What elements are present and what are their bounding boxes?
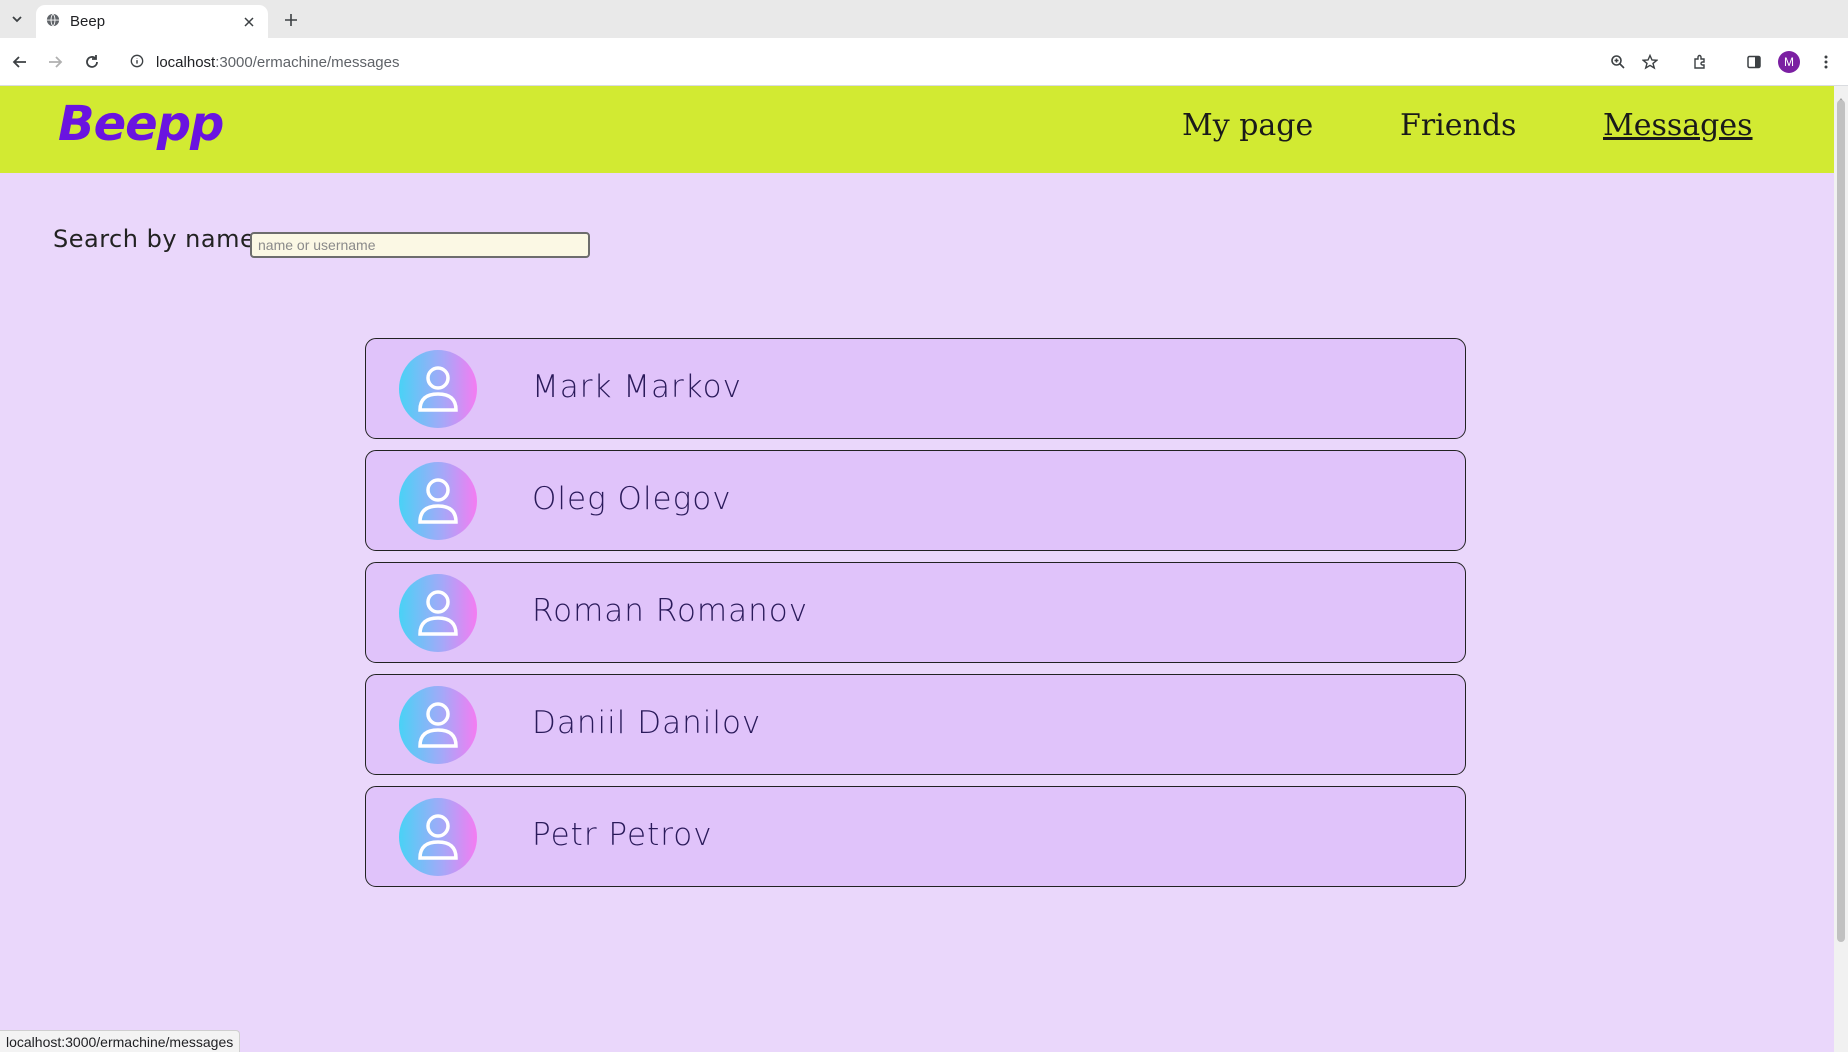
user-avatar-icon — [399, 798, 477, 876]
search-label: Search by name: — [53, 225, 264, 253]
nav-friends[interactable]: Friends — [1400, 108, 1516, 143]
chat-name: Petr Petrov — [532, 817, 713, 853]
page-scrollbar[interactable] — [1834, 86, 1848, 1052]
url-host: localhost — [156, 53, 216, 71]
browser-tabbar: Beep — [0, 0, 1848, 38]
zoom-icon[interactable] — [1606, 50, 1630, 74]
address-bar[interactable]: localhost:3000/ermachine/messages — [120, 44, 1680, 80]
chat-name: Oleg Olegov — [532, 481, 732, 517]
page-content: Beepp My page Friends Messages Search by… — [0, 86, 1834, 1052]
search-input[interactable] — [250, 232, 590, 258]
chat-item[interactable]: Oleg Olegov — [365, 450, 1466, 551]
chat-item[interactable]: Mark Markov — [365, 338, 1466, 439]
bookmark-star-icon[interactable] — [1638, 50, 1662, 74]
browser-tab[interactable]: Beep — [36, 5, 268, 38]
extensions-icon[interactable] — [1688, 50, 1712, 74]
chat-name: Daniil Danilov — [532, 705, 762, 741]
more-menu-icon[interactable] — [1814, 50, 1838, 74]
browser-toolbar: localhost:3000/ermachine/messages M — [0, 38, 1848, 86]
chat-name: Mark Markov — [532, 369, 742, 405]
scroll-up-arrow-icon[interactable] — [1837, 89, 1845, 102]
globe-icon — [46, 12, 60, 31]
site-info-icon[interactable] — [130, 53, 144, 72]
side-panel-icon[interactable] — [1742, 50, 1766, 74]
url-path: :3000/ermachine/messages — [215, 53, 400, 71]
site-header: Beepp My page Friends Messages — [0, 86, 1834, 173]
user-avatar-icon — [399, 350, 477, 428]
nav-messages[interactable]: Messages — [1603, 108, 1753, 143]
chat-item[interactable]: Roman Romanov — [365, 562, 1466, 663]
forward-arrow-icon[interactable] — [43, 50, 67, 74]
site-logo[interactable]: Beepp — [58, 96, 224, 152]
new-tab-plus-icon[interactable] — [280, 9, 302, 31]
user-avatar-icon — [399, 686, 477, 764]
tab-search-dropdown-icon[interactable] — [6, 8, 28, 30]
status-bar-url: localhost:3000/ermachine/messages — [0, 1030, 241, 1052]
chat-item[interactable]: Daniil Danilov — [365, 674, 1466, 775]
chat-item[interactable]: Petr Petrov — [365, 786, 1466, 887]
chat-name: Roman Romanov — [532, 593, 809, 629]
scroll-thumb[interactable] — [1837, 100, 1845, 942]
chat-list: Mark Markov Oleg Olegov Roman Romanov Da… — [365, 338, 1466, 898]
tab-title: Beep — [70, 13, 106, 30]
user-avatar-icon — [399, 462, 477, 540]
profile-avatar[interactable]: M — [1778, 51, 1800, 73]
reload-icon[interactable] — [80, 50, 104, 74]
back-arrow-icon[interactable] — [8, 50, 32, 74]
user-avatar-icon — [399, 574, 477, 652]
close-tab-icon[interactable] — [240, 13, 258, 31]
nav-my-page[interactable]: My page — [1182, 108, 1313, 143]
